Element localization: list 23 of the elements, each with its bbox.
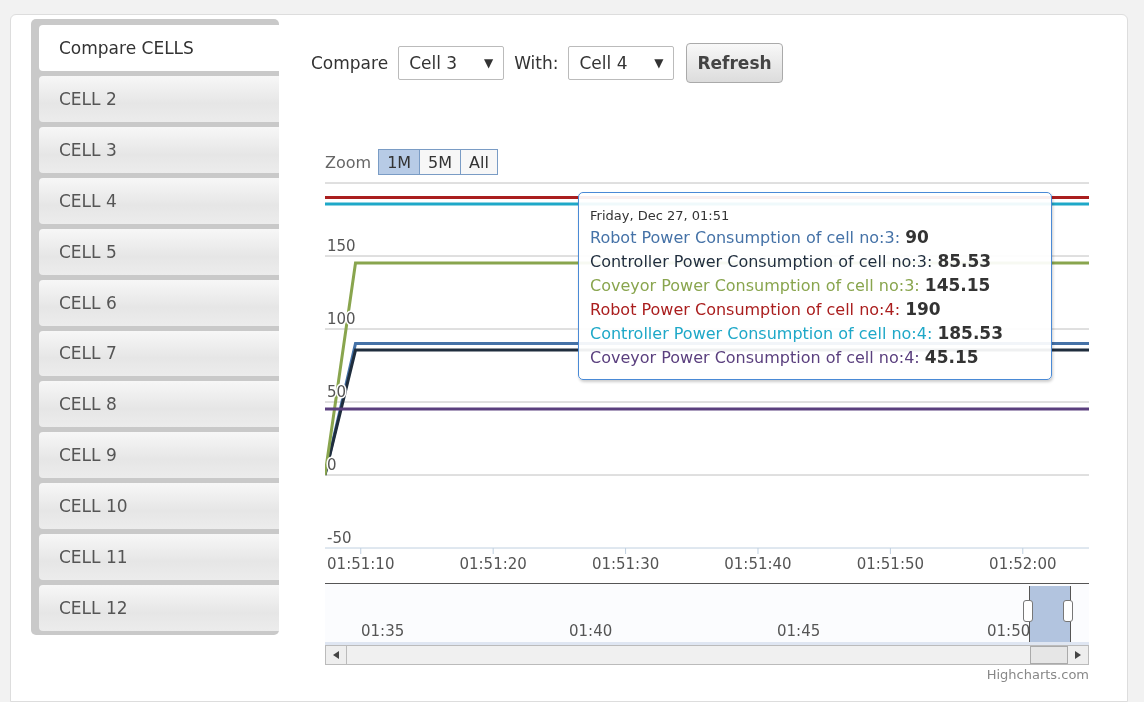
zoom-label: Zoom xyxy=(325,152,372,172)
tooltip-row-text: Controller Power Consumption of cell no:3: 85.53 xyxy=(590,251,993,273)
x-axis-label: 01:51:30 xyxy=(591,555,660,573)
tooltip-row-text: Coveyor Power Consumption of cell no:3: 145.15 xyxy=(590,275,992,297)
x-axis-label: 01:51:50 xyxy=(856,555,925,573)
tooltip-date: Friday, Dec 27, 01:51 xyxy=(590,208,731,223)
x-axis-label: 01:52:00 xyxy=(989,555,1057,573)
compare-label: Compare xyxy=(311,53,389,73)
navigator-label: 01:40 xyxy=(569,622,613,640)
x-axis-label: 01:51:20 xyxy=(459,555,527,573)
tooltip-row-text: Coveyor Power Consumption of cell no:4: 45.15 xyxy=(590,347,980,369)
tooltip-row-text: Controller Power Consumption of cell no:4: 185.53 xyxy=(590,323,1005,345)
tooltip-row-text: Robot Power Consumption of cell no:3: 90 xyxy=(590,227,930,249)
y-axis-label: 150 xyxy=(327,237,356,255)
navigator-label: 01:35 xyxy=(361,622,405,640)
x-axis-label: 01:51:40 xyxy=(724,555,792,573)
with-label: With: xyxy=(514,53,559,73)
tooltip-row-text: Robot Power Consumption of cell no:4: 190 xyxy=(590,299,942,321)
navigator-label: 01:45 xyxy=(777,622,821,640)
y-axis-label: 0 xyxy=(327,456,337,474)
navigator-label: 01:50 xyxy=(987,622,1031,640)
y-axis-label: -50 xyxy=(327,529,352,547)
x-axis-label: 01:51:10 xyxy=(327,555,395,573)
